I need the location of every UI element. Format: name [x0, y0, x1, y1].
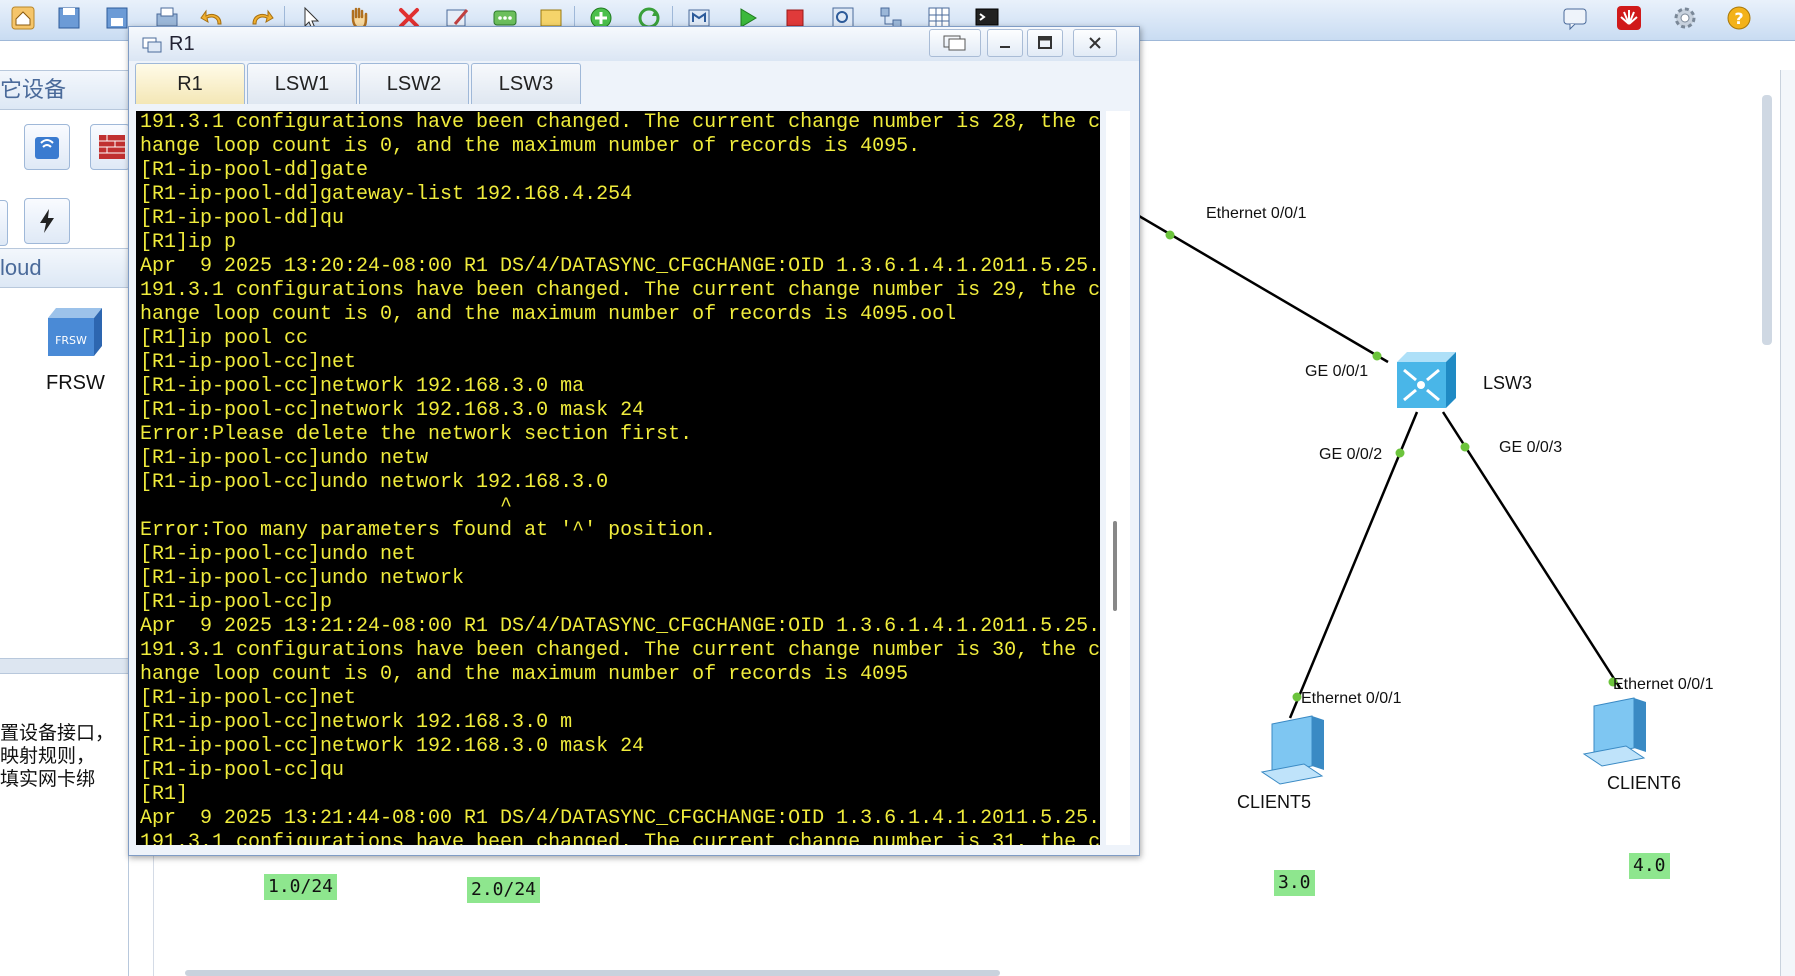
subnet-tag[interactable]: 1.0/24 — [264, 874, 338, 900]
port-label-lsw3-ge2: GE 0/0/2 — [1319, 446, 1383, 463]
console-line: [R1]ip p — [140, 231, 237, 254]
console-line: [R1-ip-pool-cc]network 192.168.3.0 mask … — [140, 735, 645, 758]
subnet-tag[interactable]: 3.0 — [1274, 870, 1315, 896]
restore-layout-icon — [943, 35, 966, 51]
console-line: [R1] — [140, 783, 189, 806]
maximize-icon — [1038, 36, 1052, 49]
console-line: 191.3.1 configurations have been changed… — [140, 279, 1100, 302]
console-lines: 191.3.1 configurations have been changed… — [140, 111, 1100, 845]
client5-pc-icon — [1260, 715, 1324, 785]
console-line: ^ — [140, 495, 513, 518]
tab-lsw1[interactable]: LSW1 — [247, 63, 357, 104]
console-line: Error:Too many parameters found at '^' p… — [140, 519, 717, 542]
port-dot — [1460, 442, 1470, 452]
console-line: [R1-ip-pool-cc]net — [140, 687, 357, 710]
console-line: hange loop count is 0, and the maximum n… — [140, 663, 909, 686]
section-header-cloud[interactable]: loud — [0, 248, 128, 288]
console-line: [R1]ip pool cc — [140, 327, 309, 350]
svg-text:FRSW: FRSW — [55, 334, 87, 347]
save-icon[interactable] — [54, 3, 84, 33]
console-scrollbar[interactable] — [1106, 111, 1130, 845]
console-line: [R1-ip-pool-cc]network 192.168.3.0 m — [140, 711, 573, 734]
close-icon — [1089, 37, 1101, 49]
frsw-label: FRSW — [46, 372, 105, 394]
port-label-client5-ethernet: Ethernet 0/0/1 — [1301, 690, 1402, 707]
terminal-window[interactable]: R1 R1 LSW1 LSW2 LSW3 191.3.1 configurati… — [128, 26, 1140, 856]
minimize-button[interactable] — [987, 29, 1023, 57]
minimize-icon — [1000, 46, 1010, 48]
tab-lsw3[interactable]: LSW3 — [471, 63, 581, 104]
panel-splitter[interactable] — [0, 658, 128, 674]
canvas-horizontal-scrollbar[interactable] — [185, 970, 1000, 976]
lsw3-switch-icon — [1397, 352, 1456, 408]
huawei-logo-icon[interactable] — [1614, 3, 1644, 33]
console-line: [R1-ip-pool-dd]qu — [140, 207, 345, 230]
port-label-client6-ethernet: Ethernet 0/0/1 — [1613, 676, 1714, 693]
power-device-icon[interactable] — [24, 198, 70, 244]
console-line: [R1-ip-pool-dd]gate — [140, 159, 369, 182]
port-dot — [1395, 448, 1405, 458]
terminal-title-bar[interactable]: R1 — [129, 27, 1139, 61]
close-button[interactable] — [1073, 29, 1117, 57]
console-line: [R1-ip-pool-cc]net — [140, 351, 357, 374]
message-icon[interactable] — [1560, 3, 1590, 33]
svg-text:?: ? — [1734, 9, 1743, 28]
tab-lsw2[interactable]: LSW2 — [359, 63, 469, 104]
help-text-line: 填实网卡绑 — [0, 768, 96, 790]
console-line: [R1-ip-pool-cc]undo network 192.168.3.0 — [140, 471, 609, 494]
section-header-other-devices[interactable]: 它设备 — [0, 70, 128, 110]
help-text-line: 映射规则， — [0, 745, 96, 767]
restore-layout-button[interactable] — [929, 29, 981, 57]
console-line: [R1-ip-pool-cc]network 192.168.3.0 ma — [140, 375, 585, 398]
home-icon[interactable] — [8, 3, 38, 33]
port-dot — [1372, 351, 1382, 361]
console-line: 191.3.1 configurations have been changed… — [140, 831, 1100, 845]
console-line: [R1-ip-pool-cc]qu — [140, 759, 345, 782]
partial-device-icon[interactable] — [0, 200, 8, 246]
maximize-button[interactable] — [1027, 29, 1063, 57]
console-line: Apr 9 2025 13:20:24-08:00 R1 DS/4/DATASY… — [140, 255, 1100, 278]
link-r1-lsw3 — [1138, 214, 1389, 364]
console-output[interactable]: 191.3.1 configurations have been changed… — [136, 111, 1100, 845]
device-panel: 它设备 loud FRSW FRSW 置设备接口， 映射规则， 填实网卡绑 — [0, 70, 130, 976]
console-line: [R1-ip-pool-cc]undo netw — [140, 447, 429, 470]
settings-gear-icon[interactable] — [1670, 3, 1700, 33]
console-line: [R1-ip-pool-cc]undo net — [140, 543, 417, 566]
help-icon[interactable]: ? — [1724, 3, 1754, 33]
console-line: [R1-ip-pool-dd]gateway-list 192.168.4.25… — [140, 183, 633, 206]
help-text-line: 置设备接口， — [0, 722, 115, 744]
right-panel-edge — [1780, 70, 1795, 976]
console-line: 191.3.1 configurations have been changed… — [140, 111, 1100, 134]
device-label-lsw3[interactable]: LSW3 — [1483, 373, 1532, 394]
console-line: Apr 9 2025 13:21:24-08:00 R1 DS/4/DATASY… — [140, 615, 1100, 638]
subnet-tag[interactable]: 2.0/24 — [467, 877, 541, 903]
port-dot — [1165, 230, 1175, 240]
port-label-lsw3-ge3: GE 0/0/3 — [1499, 439, 1563, 456]
client6-pc-icon — [1582, 697, 1646, 767]
device-label-client5[interactable]: CLIENT5 — [1237, 792, 1311, 813]
subnet-tag[interactable]: 4.0 — [1629, 853, 1670, 879]
canvas-vertical-scrollbar[interactable] — [1762, 95, 1772, 345]
console-line: hange loop count is 0, and the maximum n… — [140, 303, 957, 326]
frsw-device-icon[interactable]: FRSW — [42, 304, 106, 360]
terminal-title: R1 — [169, 33, 195, 55]
console-line: [R1-ip-pool-cc]p — [140, 591, 333, 614]
console-app-icon — [141, 34, 163, 59]
console-line: 191.3.1 configurations have been changed… — [140, 639, 1100, 662]
console-scroll-thumb[interactable] — [1113, 521, 1117, 611]
console-line: Error:Please delete the network section … — [140, 423, 693, 446]
console-line: hange loop count is 0, and the maximum n… — [140, 135, 921, 158]
device-label-client6[interactable]: CLIENT6 — [1607, 773, 1681, 794]
firewall-icon[interactable] — [90, 124, 130, 170]
tab-r1[interactable]: R1 — [135, 63, 245, 104]
help-text: 置设备接口， 映射规则， 填实网卡绑 — [0, 722, 128, 791]
port-label-lsw3-ge1: GE 0/0/1 — [1305, 363, 1369, 380]
console-line: [R1-ip-pool-cc]undo network — [140, 567, 465, 590]
port-label-r1-ethernet: Ethernet 0/0/1 — [1206, 205, 1307, 222]
wireless-ap-icon[interactable] — [24, 124, 70, 170]
console-line: Apr 9 2025 13:21:44-08:00 R1 DS/4/DATASY… — [140, 807, 1100, 830]
console-line: [R1-ip-pool-cc]network 192.168.3.0 mask … — [140, 399, 645, 422]
